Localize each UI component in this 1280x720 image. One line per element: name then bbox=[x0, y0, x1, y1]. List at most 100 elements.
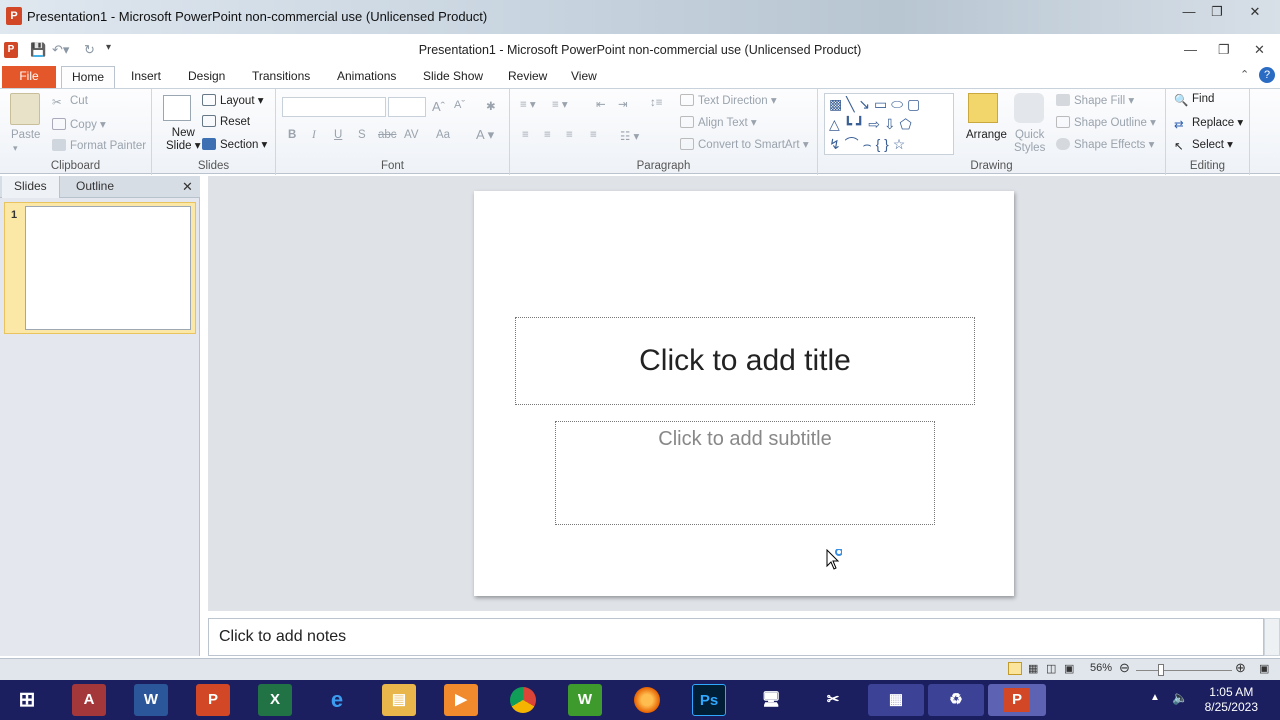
zoom-in-icon[interactable]: ⊕ bbox=[1235, 660, 1246, 676]
shadow-button[interactable]: S bbox=[358, 129, 366, 141]
font-family-select[interactable] bbox=[282, 97, 386, 117]
title-placeholder[interactable]: Click to add title bbox=[515, 317, 975, 405]
powerpoint-app-icon[interactable]: P bbox=[6, 7, 22, 25]
justify-icon[interactable]: ≡ bbox=[590, 129, 597, 141]
quick-styles-icon[interactable] bbox=[1014, 93, 1044, 123]
access-icon[interactable]: A bbox=[72, 684, 106, 716]
shape-fill-button[interactable]: Shape Fill ▾ bbox=[1056, 93, 1134, 107]
firefox-icon[interactable] bbox=[630, 684, 664, 716]
tab-animations[interactable]: Animations bbox=[327, 66, 406, 88]
slide-thumbnail-item[interactable]: 1 bbox=[4, 202, 196, 334]
section-button[interactable]: Section ▾ bbox=[202, 137, 267, 151]
normal-view-icon[interactable] bbox=[1008, 662, 1022, 675]
slide-sorter-icon[interactable]: ▦ bbox=[1028, 662, 1038, 675]
font-size-select[interactable] bbox=[388, 97, 426, 117]
strikethrough-button[interactable]: abc bbox=[378, 129, 397, 141]
replace-button[interactable]: ⇄ Replace ▾ bbox=[1174, 115, 1243, 131]
convert-smartart-button[interactable]: Convert to SmartArt ▾ bbox=[680, 137, 809, 151]
tab-insert[interactable]: Insert bbox=[121, 66, 171, 88]
shape-outline-button[interactable]: Shape Outline ▾ bbox=[1056, 115, 1156, 129]
zoom-slider-thumb[interactable] bbox=[1158, 664, 1164, 676]
text-direction-button[interactable]: Text Direction ▾ bbox=[680, 93, 777, 107]
bold-button[interactable]: B bbox=[288, 129, 296, 141]
quick-styles-button[interactable]: Quick Styles bbox=[1014, 129, 1045, 155]
new-slide-button[interactable]: New Slide ▾ bbox=[166, 127, 201, 153]
underline-button[interactable]: U bbox=[334, 129, 342, 141]
subtitle-placeholder[interactable]: Click to add subtitle bbox=[555, 421, 935, 525]
select-button[interactable]: ↖ Select ▾ bbox=[1174, 137, 1233, 153]
copy-button[interactable]: Copy ▾ bbox=[52, 117, 106, 131]
fit-to-window-icon[interactable]: ▣ bbox=[1259, 662, 1269, 675]
shape-effects-button[interactable]: Shape Effects ▾ bbox=[1056, 137, 1154, 151]
grow-font-icon[interactable]: Aˆ bbox=[432, 99, 445, 114]
change-case-button[interactable]: Aa bbox=[436, 129, 450, 141]
paste-icon[interactable] bbox=[10, 93, 40, 125]
slide-canvas[interactable]: Click to add title Click to add subtitle bbox=[474, 191, 1014, 596]
close-pane-icon[interactable]: ✕ bbox=[182, 179, 193, 195]
align-right-icon[interactable]: ≡ bbox=[566, 129, 573, 141]
columns-icon[interactable]: ☷ ▾ bbox=[620, 129, 639, 143]
tab-review[interactable]: Review bbox=[498, 66, 557, 88]
paste-chevron-icon[interactable]: ▾ bbox=[13, 143, 18, 154]
snipping-tool-icon[interactable]: ✂ bbox=[816, 684, 850, 716]
zoom-out-icon[interactable]: ⊖ bbox=[1119, 660, 1130, 676]
minimize-icon[interactable]: — bbox=[1176, 3, 1202, 21]
help-icon[interactable]: ? bbox=[1259, 67, 1275, 83]
shapes-gallery[interactable]: ▩ ╲ ↘ ▭ ⬭ ▢ △ ┗ ┛ ⇨ ⇩ ⬠ ↯ ⌒ ⌢ { } ☆ bbox=[824, 93, 954, 155]
control-panel-icon[interactable]: ▦ bbox=[868, 684, 924, 716]
arrange-button[interactable]: Arrange bbox=[966, 129, 1007, 141]
photoshop-icon[interactable]: Ps bbox=[692, 684, 726, 716]
media-player-icon[interactable]: ▶ bbox=[444, 684, 478, 716]
network-icon[interactable]: 🖥 bbox=[754, 684, 788, 716]
slideshow-view-icon[interactable]: ▣ bbox=[1064, 662, 1074, 675]
tab-transitions[interactable]: Transitions bbox=[242, 66, 320, 88]
tab-file[interactable]: File bbox=[2, 66, 56, 88]
slide-thumbnail[interactable] bbox=[25, 206, 191, 330]
reset-button[interactable]: Reset bbox=[202, 115, 250, 128]
shrink-font-icon[interactable]: Aˇ bbox=[454, 99, 465, 111]
show-hidden-icons[interactable]: ▲ bbox=[1150, 692, 1160, 703]
games-icon[interactable]: W bbox=[568, 684, 602, 716]
notes-pane[interactable]: Click to add notes bbox=[208, 618, 1264, 656]
arrange-icon[interactable] bbox=[968, 93, 998, 123]
bullets-icon[interactable]: ≡ ▾ bbox=[520, 97, 536, 111]
tab-design[interactable]: Design bbox=[178, 66, 235, 88]
ppt-close-icon[interactable]: ✕ bbox=[1254, 42, 1265, 58]
powerpoint-active-icon[interactable]: P bbox=[988, 684, 1046, 716]
tab-view[interactable]: View bbox=[561, 66, 607, 88]
increase-indent-icon[interactable]: ⇥ bbox=[618, 97, 628, 111]
layout-button[interactable]: Layout ▾ bbox=[202, 93, 264, 107]
character-spacing-button[interactable]: AV bbox=[404, 129, 419, 141]
zoom-slider[interactable] bbox=[1136, 670, 1232, 671]
recycle-bin-icon[interactable]: ♻ bbox=[928, 684, 984, 716]
numbering-icon[interactable]: ≡ ▾ bbox=[552, 97, 568, 111]
volume-muted-icon[interactable]: 🔈 bbox=[1172, 690, 1188, 706]
ppt-restore-icon[interactable]: ❐ bbox=[1218, 42, 1230, 58]
clear-formatting-icon[interactable]: ✱ bbox=[486, 99, 496, 113]
powerpoint-icon[interactable]: P bbox=[196, 684, 230, 716]
tab-home[interactable]: Home bbox=[61, 66, 116, 90]
collapse-ribbon-icon[interactable]: ⌃ bbox=[1240, 68, 1249, 81]
notes-scrollbar[interactable] bbox=[1264, 618, 1280, 656]
internet-explorer-icon[interactable]: e bbox=[320, 684, 354, 716]
font-color-icon[interactable]: A ▾ bbox=[476, 127, 494, 143]
tab-slide-show[interactable]: Slide Show bbox=[413, 66, 493, 88]
excel-icon[interactable]: X bbox=[258, 684, 292, 716]
align-center-icon[interactable]: ≡ bbox=[544, 129, 551, 141]
new-slide-icon[interactable] bbox=[163, 95, 191, 121]
zoom-level[interactable]: 56% bbox=[1090, 662, 1112, 674]
format-painter-button[interactable]: Format Painter bbox=[52, 139, 146, 152]
file-explorer-icon[interactable]: ▤ bbox=[382, 684, 416, 716]
find-button[interactable]: 🔍 Find bbox=[1174, 93, 1214, 107]
italic-button[interactable]: I bbox=[312, 129, 316, 141]
close-icon[interactable]: ✕ bbox=[1242, 3, 1268, 21]
align-left-icon[interactable]: ≡ bbox=[522, 129, 529, 141]
reading-view-icon[interactable]: ◫ bbox=[1046, 662, 1056, 675]
decrease-indent-icon[interactable]: ⇤ bbox=[596, 97, 606, 111]
word-icon[interactable]: W bbox=[134, 684, 168, 716]
align-text-button[interactable]: Align Text ▾ bbox=[680, 115, 757, 129]
line-spacing-icon[interactable]: ↕≡ bbox=[650, 97, 662, 109]
ppt-minimize-icon[interactable]: — bbox=[1184, 42, 1197, 58]
taskbar-clock[interactable]: 1:05 AM 8/25/2023 bbox=[1205, 685, 1258, 715]
restore-icon[interactable]: ❐ bbox=[1204, 3, 1230, 21]
